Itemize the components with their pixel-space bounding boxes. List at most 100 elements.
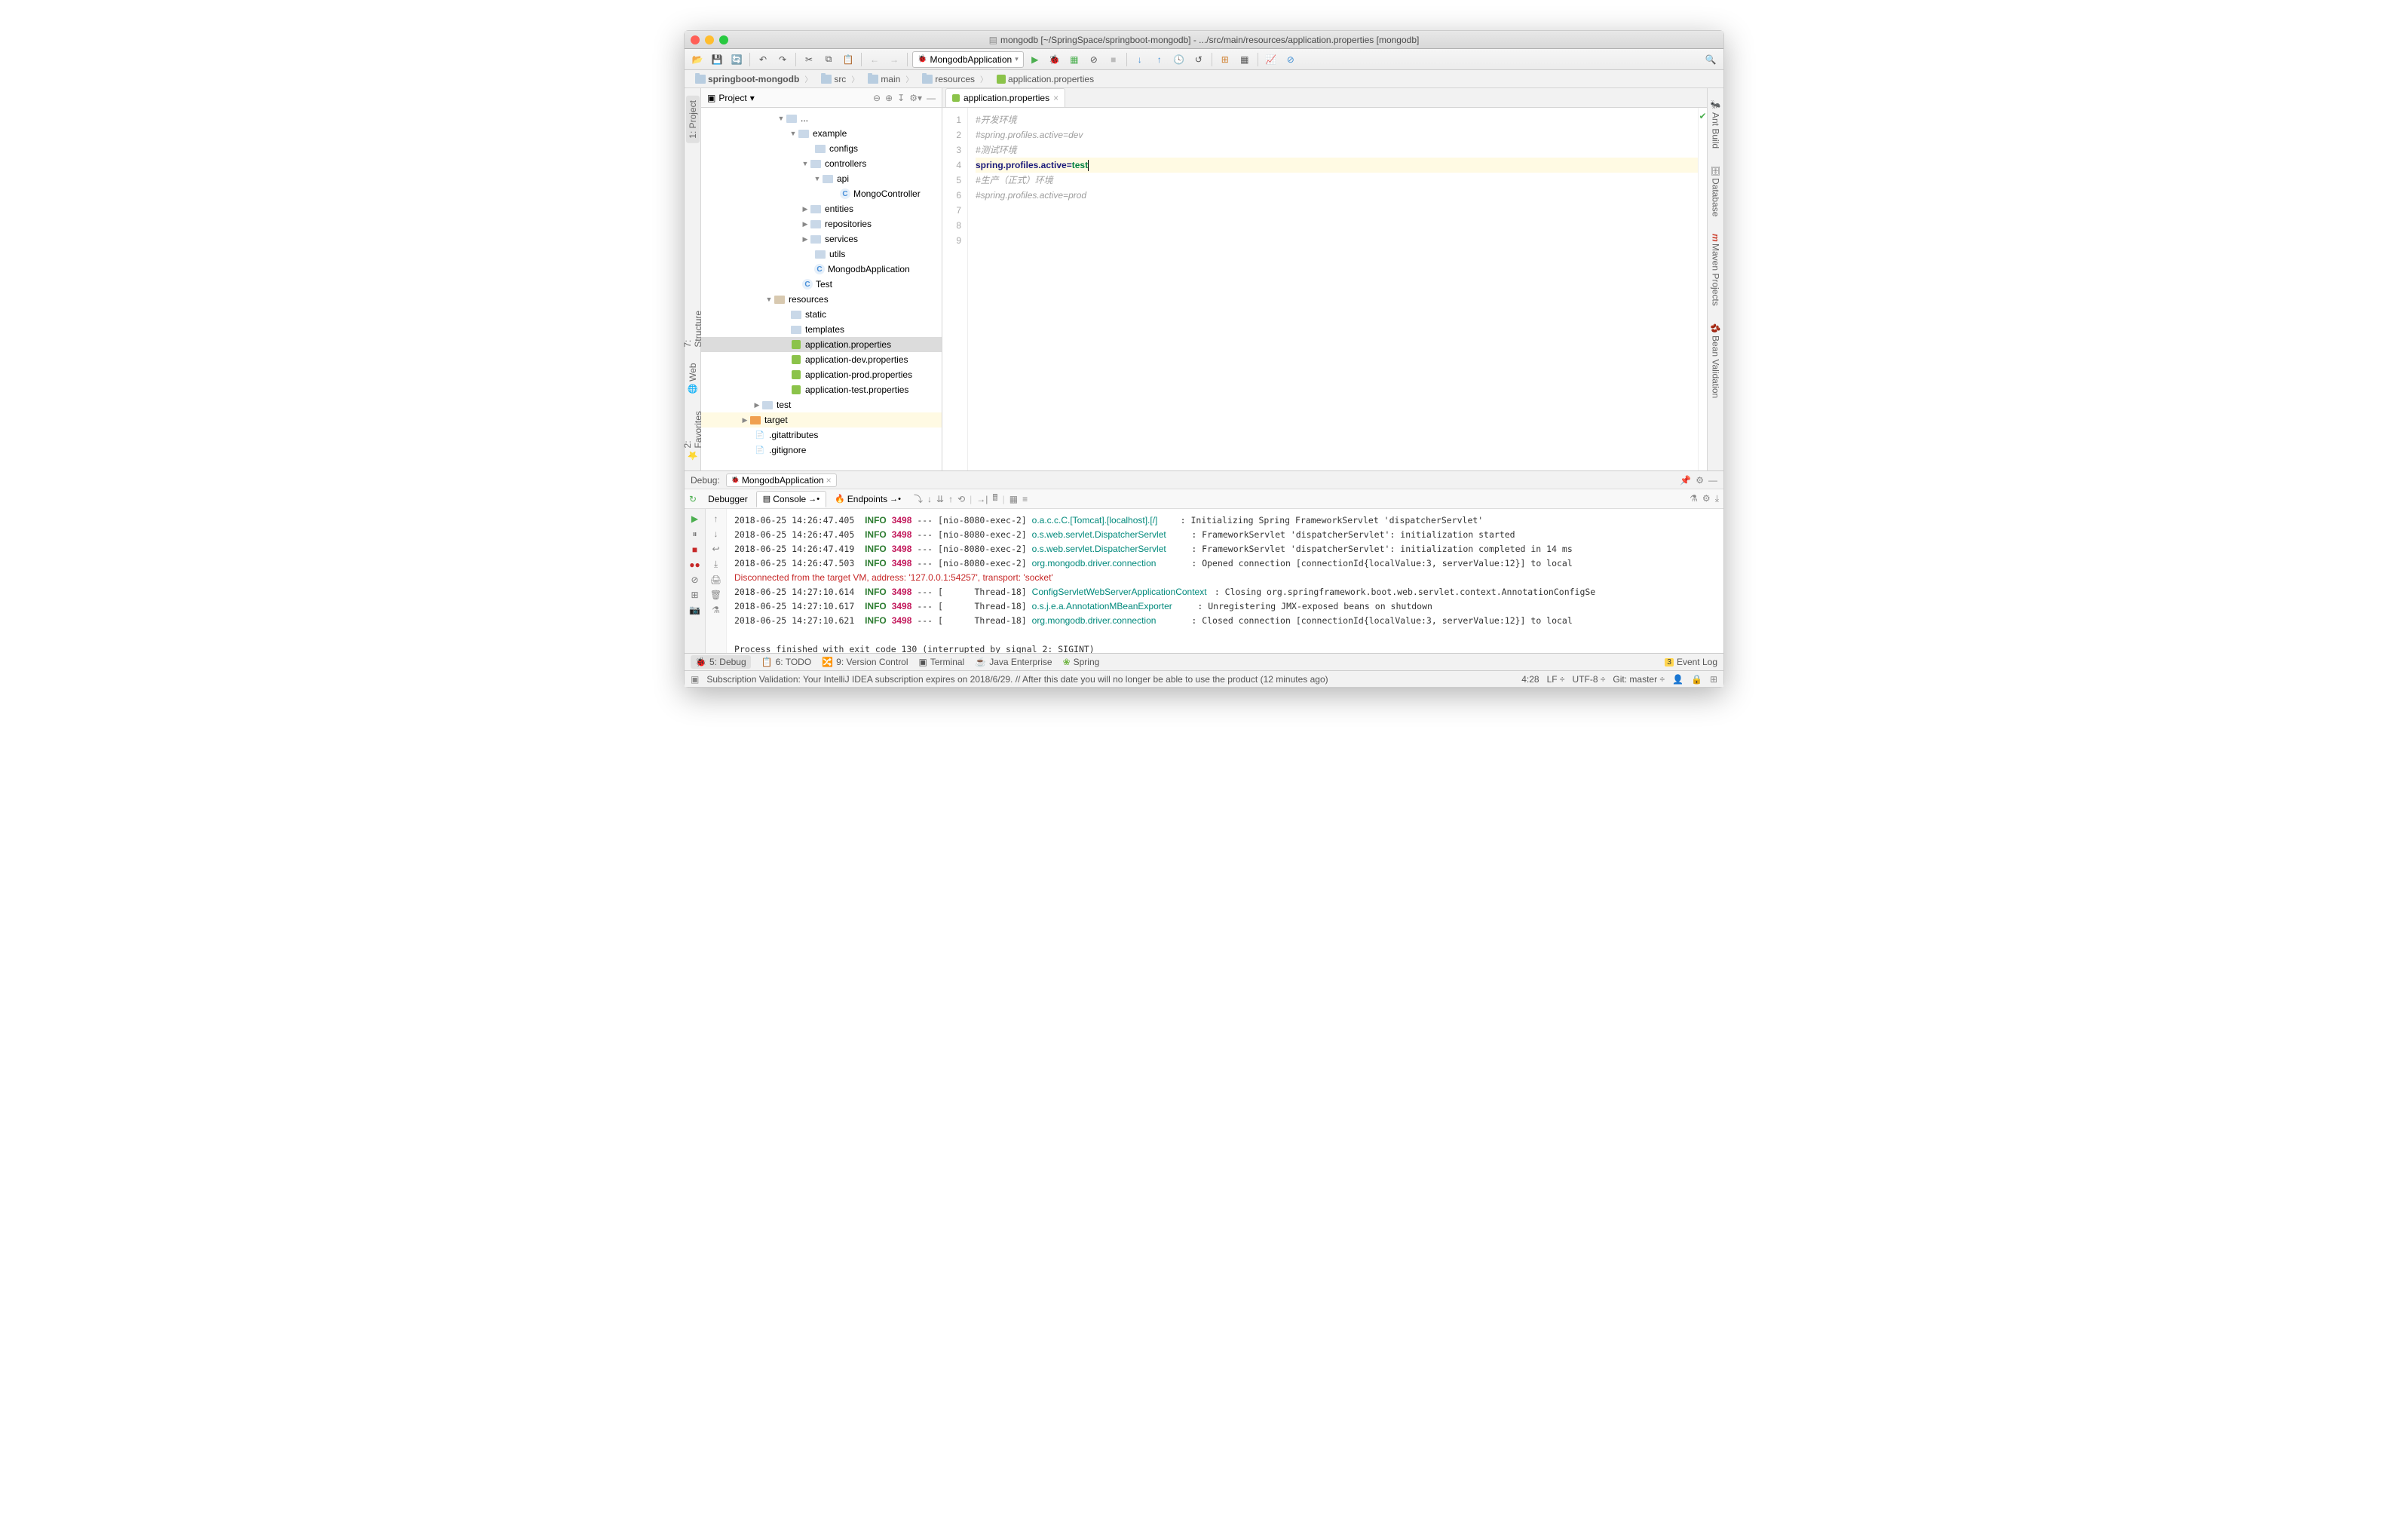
tab-spring[interactable]: ❀ Spring xyxy=(1063,657,1100,667)
breadcrumb[interactable]: resources xyxy=(918,73,992,84)
gear-icon[interactable]: ⚙▾ xyxy=(909,93,922,103)
back-icon[interactable]: ← xyxy=(866,51,883,68)
save-icon[interactable]: 💾 xyxy=(709,51,725,68)
git-branch[interactable]: Git: master ÷ xyxy=(1613,674,1665,685)
cut-icon[interactable]: ✂ xyxy=(801,51,817,68)
gear-icon[interactable]: ⚙ xyxy=(1696,475,1704,486)
tab-maven[interactable]: m Maven Projects xyxy=(1709,229,1723,311)
layout-icon[interactable]: ▦ xyxy=(1009,494,1018,504)
lock-icon[interactable]: 🔒 xyxy=(1691,674,1702,685)
step-out-icon[interactable]: ↑ xyxy=(948,494,953,504)
force-step-icon[interactable]: ⇊ xyxy=(936,494,944,504)
filter-icon[interactable]: ⚗ xyxy=(1690,493,1698,504)
console-output[interactable]: 2018-06-25 14:26:47.405 INFO 3498 --- [n… xyxy=(727,509,1723,653)
vcs-update-icon[interactable]: ↓ xyxy=(1132,51,1148,68)
print-icon[interactable]: 🖨 xyxy=(710,575,721,585)
stop-icon[interactable]: ■ xyxy=(692,544,697,555)
breadcrumb[interactable]: src xyxy=(816,73,863,84)
filter-icon[interactable]: ⚗ xyxy=(712,605,720,615)
close-icon[interactable]: × xyxy=(826,475,832,486)
tab-version-control[interactable]: 🔀 9: Version Control xyxy=(822,657,908,667)
memory-icon[interactable]: ⊞ xyxy=(1710,674,1717,685)
file-encoding[interactable]: UTF-8 ÷ xyxy=(1573,674,1606,685)
hide-icon[interactable]: — xyxy=(1708,475,1717,486)
scroll-down-icon[interactable]: ↓ xyxy=(714,529,718,539)
tab-web[interactable]: 🌐 Web xyxy=(686,358,700,398)
close-tab-icon[interactable]: × xyxy=(1053,93,1058,103)
scroll-up-icon[interactable]: ↑ xyxy=(714,513,718,524)
export-icon[interactable]: ⤓ xyxy=(1715,493,1719,504)
open-icon[interactable]: 📂 xyxy=(689,51,706,68)
run-to-cursor-icon[interactable]: →| xyxy=(976,494,988,504)
settings-icon[interactable]: ⚙ xyxy=(1702,493,1711,504)
paste-icon[interactable]: 📋 xyxy=(840,51,856,68)
code-editor[interactable]: 123 456 789 #开发环境 #spring.profiles.activ… xyxy=(942,108,1707,470)
vcs-revert-icon[interactable]: ↺ xyxy=(1190,51,1207,68)
tab-project[interactable]: 1: Project xyxy=(686,96,700,143)
tab-todo[interactable]: 📋 6: TODO xyxy=(761,657,812,667)
chart-icon[interactable]: 📈 xyxy=(1263,51,1279,68)
evaluate-icon[interactable]: 🖩 xyxy=(992,491,997,507)
rerun-icon[interactable]: ↻ xyxy=(689,494,697,504)
debug-icon[interactable]: 🐞 xyxy=(1046,51,1063,68)
stop-icon[interactable]: ■ xyxy=(1105,51,1122,68)
vcs-commit-icon[interactable]: ↑ xyxy=(1151,51,1168,68)
forward-icon[interactable]: → xyxy=(886,51,902,68)
tab-event-log[interactable]: 3 Event Log xyxy=(1665,657,1717,667)
tab-java-enterprise[interactable]: ☕ Java Enterprise xyxy=(975,657,1052,667)
tab-database[interactable]: 🗄 Database xyxy=(1709,161,1723,221)
clear-icon[interactable]: 🗑 xyxy=(710,590,721,600)
layout-icon[interactable]: ⊞ xyxy=(691,590,698,600)
camera-icon[interactable]: 📷 xyxy=(689,605,700,615)
error-stripe[interactable]: ✔ xyxy=(1698,108,1707,470)
mute-icon[interactable]: ⊘ xyxy=(691,575,698,585)
sync-icon[interactable]: 🔄 xyxy=(728,51,745,68)
disable-icon[interactable]: ⊘ xyxy=(1282,51,1299,68)
tab-endpoints[interactable]: 🔥 Endpoints →• xyxy=(828,491,908,507)
tab-debug[interactable]: 🐞5: Debug xyxy=(691,655,751,669)
search-icon[interactable]: 🔍 xyxy=(1702,51,1719,68)
pin-icon[interactable]: 📌 xyxy=(1680,475,1691,486)
resume-icon[interactable]: ▶ xyxy=(691,513,698,524)
coverage-icon[interactable]: ▦ xyxy=(1066,51,1083,68)
run-icon[interactable]: ▶ xyxy=(1027,51,1043,68)
tab-terminal[interactable]: ▣ Terminal xyxy=(919,657,965,667)
run-config-selector[interactable]: 🐞 MongodbApplication ▾ xyxy=(912,51,1024,68)
project-view-selector[interactable]: ▣ Project ▾ xyxy=(707,93,755,103)
drop-frame-icon[interactable]: ⟲ xyxy=(957,494,965,504)
editor-lines[interactable]: #开发环境 #spring.profiles.active=dev #测试环境 … xyxy=(968,108,1698,470)
profile-icon[interactable]: ⊘ xyxy=(1086,51,1102,68)
caret-position[interactable]: 4:28 xyxy=(1521,674,1539,685)
target-icon[interactable]: ⊕ xyxy=(885,93,893,103)
vcs-history-icon[interactable]: 🕓 xyxy=(1171,51,1187,68)
copy-icon[interactable]: ⧉ xyxy=(820,51,837,68)
redo-icon[interactable]: ↷ xyxy=(774,51,791,68)
tab-favorites[interactable]: ⭐ 2: Favorites xyxy=(681,404,705,464)
debug-config-tab[interactable]: 🐞 MongodbApplication × xyxy=(726,473,837,487)
project-tree[interactable]: ▼... ▼example configs ▼controllers ▼api … xyxy=(701,108,942,470)
tab-debugger[interactable]: Debugger xyxy=(701,491,755,507)
editor-tab-active[interactable]: application.properties × xyxy=(945,88,1065,107)
breakpoints-icon[interactable]: ●● xyxy=(689,559,700,570)
line-separator[interactable]: LF ÷ xyxy=(1547,674,1565,685)
tab-console[interactable]: ▤ Console →• xyxy=(756,491,826,507)
tab-ant-build[interactable]: 🐜 Ant Build xyxy=(1709,96,1723,153)
step-over-icon[interactable]: ⤵ xyxy=(914,492,923,505)
tab-structure[interactable]: 7: Structure xyxy=(681,302,705,352)
soft-wrap-icon[interactable]: ↩ xyxy=(712,544,719,554)
structure-icon[interactable]: ⊞ xyxy=(1217,51,1233,68)
more-icon[interactable]: ≡ xyxy=(1022,494,1028,504)
scroll-icon[interactable]: ↧ xyxy=(897,93,905,103)
tab-bean-validation[interactable]: 🫘 Bean Validation xyxy=(1709,318,1723,403)
breadcrumb[interactable]: main xyxy=(863,73,918,84)
status-icon[interactable]: ▣ xyxy=(691,674,699,685)
pause-icon[interactable]: ⏸ xyxy=(692,529,697,540)
collapse-icon[interactable]: ⊖ xyxy=(873,93,881,103)
hide-icon[interactable]: — xyxy=(927,93,936,103)
breadcrumb[interactable]: application.properties xyxy=(992,74,1104,84)
inspector-icon[interactable]: 👤 xyxy=(1672,674,1683,685)
breadcrumb[interactable]: springboot-mongodb xyxy=(691,73,816,84)
ide-icon[interactable]: ▦ xyxy=(1236,51,1253,68)
scroll-end-icon[interactable]: ⤓ xyxy=(714,559,718,570)
step-into-icon[interactable]: ↓ xyxy=(927,494,932,504)
